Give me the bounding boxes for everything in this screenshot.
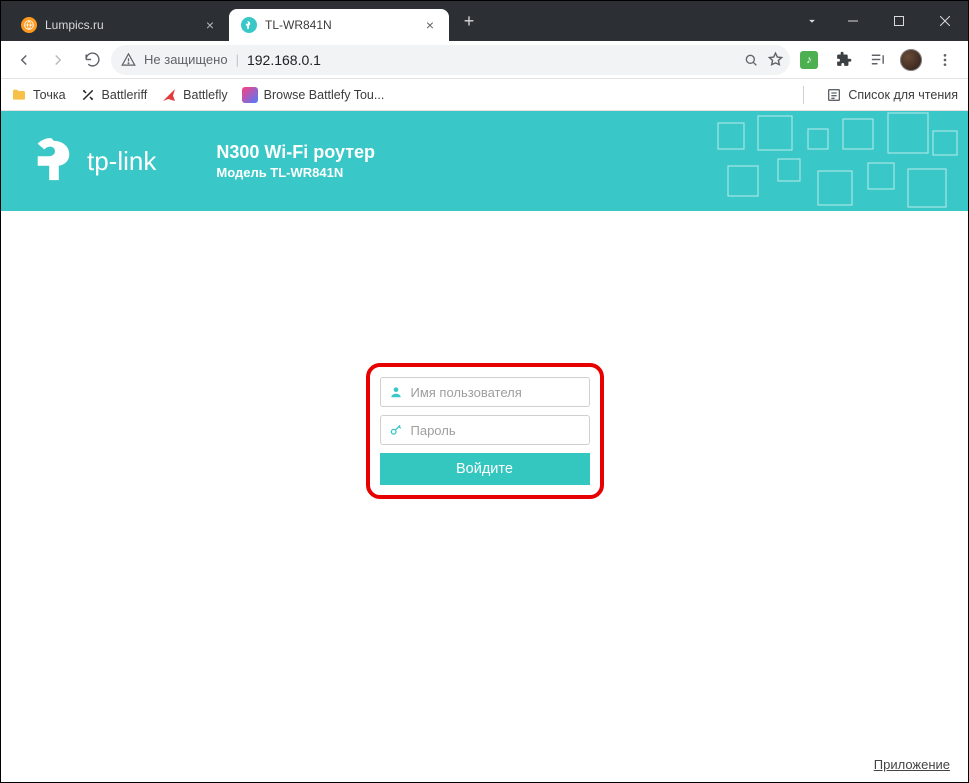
tab-lumpics[interactable]: Lumpics.ru × (9, 9, 229, 41)
close-window-button[interactable] (922, 1, 968, 41)
tab-search-button[interactable] (794, 1, 830, 41)
router-head-text: N300 Wi-Fi роутер Модель TL-WR841N (216, 142, 375, 180)
tplink-logo: tp-link (31, 138, 156, 184)
close-icon[interactable]: × (203, 18, 217, 32)
password-input[interactable] (411, 423, 587, 438)
browser-menu-button[interactable] (930, 45, 960, 75)
username-input[interactable] (411, 385, 587, 400)
bookmark-label: Browse Battlefy Tou... (264, 88, 385, 102)
profile-avatar[interactable] (896, 45, 926, 75)
password-field-wrap[interactable] (380, 415, 590, 445)
new-tab-button[interactable]: + (455, 7, 483, 35)
star-icon[interactable] (767, 51, 784, 68)
close-icon[interactable]: × (423, 18, 437, 32)
folder-icon (11, 87, 27, 103)
tab-router[interactable]: TL-WR841N × (229, 9, 449, 41)
extension-music-icon[interactable]: ♪ (794, 45, 824, 75)
reading-list-button[interactable]: Список для чтения (826, 87, 958, 103)
address-bar[interactable]: Не защищено | 192.168.0.1 (111, 45, 790, 75)
reading-list-label: Список для чтения (848, 88, 958, 102)
brand-name: tp-link (87, 146, 156, 177)
bookmark-label: Battleriff (102, 88, 148, 102)
bookmark-battlefy[interactable]: Browse Battlefy Tou... (242, 87, 385, 103)
list-icon (826, 87, 842, 103)
tab-title: Lumpics.ru (45, 18, 195, 32)
back-button[interactable] (9, 45, 39, 75)
model-line: Модель TL-WR841N (216, 165, 375, 180)
login-area: Войдите (366, 363, 604, 499)
forward-button[interactable] (43, 45, 73, 75)
login-button[interactable]: Войдите (380, 453, 590, 485)
user-icon (389, 385, 403, 399)
bookmark-battlefly[interactable]: Battlefly (161, 87, 227, 103)
security-label: Не защищено (144, 52, 228, 67)
battlefly-icon (161, 87, 177, 103)
battlefy-icon (242, 87, 258, 103)
window-controls (830, 1, 968, 41)
maximize-button[interactable] (876, 1, 922, 41)
router-header: tp-link N300 Wi-Fi роутер Модель TL-WR84… (1, 111, 968, 211)
tplink-logo-icon (31, 138, 77, 184)
extensions-icon[interactable] (828, 45, 858, 75)
app-link[interactable]: Приложение (874, 757, 950, 772)
window-titlebar: Lumpics.ru × TL-WR841N × + (1, 1, 968, 41)
username-field-wrap[interactable] (380, 377, 590, 407)
minimize-button[interactable] (830, 1, 876, 41)
divider (803, 86, 804, 104)
bookmarks-bar: Точка Battleriff Battlefly Browse Battle… (1, 79, 968, 111)
battleriff-icon (80, 87, 96, 103)
warning-icon (121, 52, 136, 67)
page-content: tp-link N300 Wi-Fi роутер Модель TL-WR84… (1, 111, 968, 782)
url-text[interactable]: 192.168.0.1 (247, 52, 735, 68)
bookmark-label: Battlefly (183, 88, 227, 102)
login-box-highlight: Войдите (366, 363, 604, 499)
key-icon (389, 423, 403, 437)
reading-list-icon[interactable] (862, 45, 892, 75)
search-in-page-icon[interactable] (743, 52, 759, 68)
tplink-icon (241, 17, 257, 33)
bookmark-tochka[interactable]: Точка (11, 87, 66, 103)
product-title: N300 Wi-Fi роутер (216, 142, 375, 163)
tab-title: TL-WR841N (265, 18, 415, 32)
bookmark-battleriff[interactable]: Battleriff (80, 87, 148, 103)
header-pattern-icon (708, 111, 968, 211)
browser-toolbar: Не защищено | 192.168.0.1 ♪ (1, 41, 968, 79)
bookmark-label: Точка (33, 88, 66, 102)
reload-button[interactable] (77, 45, 107, 75)
tab-strip: Lumpics.ru × TL-WR841N × + (1, 1, 794, 41)
globe-icon (21, 17, 37, 33)
